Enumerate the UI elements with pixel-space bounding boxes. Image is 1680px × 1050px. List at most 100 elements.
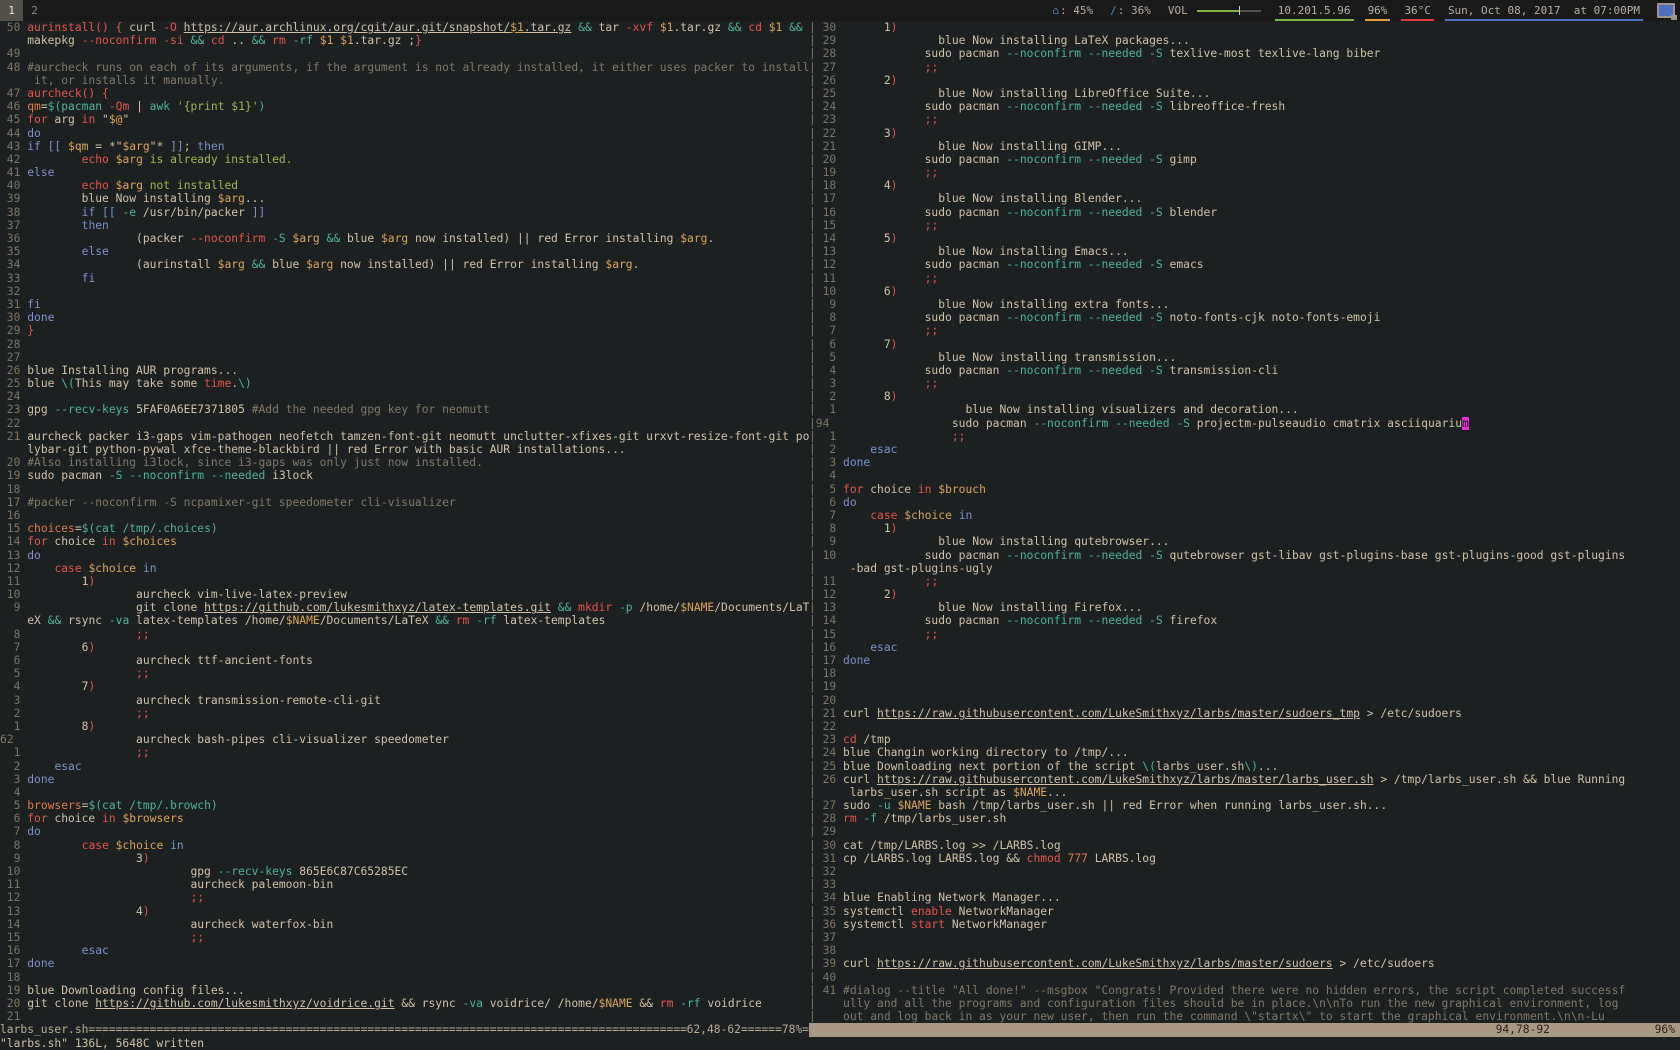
- line-number: 39: [0, 192, 27, 205]
- code-row-left: 12 ;;: [0, 891, 809, 904]
- status-ip-address: 10.201.5.96: [1278, 0, 1351, 21]
- line-number: | 21: [809, 707, 843, 720]
- line-number: |: [809, 786, 843, 799]
- line-number: [0, 614, 27, 627]
- code-row-right: |94 sudo pacman --noconfirm --needed -S …: [809, 417, 1680, 430]
- code-row-right: | 26 2): [809, 74, 1680, 87]
- line-number: 16: [0, 944, 27, 957]
- code-row-right: | 1 blue Now installing visualizers and …: [809, 403, 1680, 416]
- code-row-left: 37 then: [0, 219, 809, 232]
- line-number: 25: [0, 377, 27, 390]
- line-number: | 29: [809, 34, 843, 47]
- line-number: 31: [0, 298, 27, 311]
- line-number: 40: [0, 179, 27, 192]
- vim-terminal: 50 aurinstall() { curl -O https://aur.ar…: [0, 21, 1680, 1050]
- code-row-right: | 9 blue Now installing qutebrowser...: [809, 535, 1680, 548]
- line-number: 49: [0, 47, 27, 60]
- volume-slider[interactable]: [1197, 6, 1261, 15]
- line-number: 15: [0, 931, 27, 944]
- code-row-left: 7 6): [0, 641, 809, 654]
- code-row-left: 20 git clone https://github.com/lukesmit…: [0, 997, 809, 1010]
- line-number: 11: [0, 575, 27, 588]
- code-row-right: | 21 curl https://raw.githubusercontent.…: [809, 707, 1680, 720]
- code-row-right: | 20: [809, 694, 1680, 707]
- code-row-left: 17 done: [0, 957, 809, 970]
- line-number: | 35: [809, 905, 843, 918]
- code-row-left: 17 #packer --noconfirm -S ncpamixer-git …: [0, 496, 809, 509]
- code-row-right: | 25 blue Downloading next portion of th…: [809, 760, 1680, 773]
- code-row-right: | 7 case $choice in: [809, 509, 1680, 522]
- code-row-right: | 3 done: [809, 456, 1680, 469]
- line-number: |: [809, 997, 843, 1010]
- code-row-left: 3 aurcheck transmission-remote-cli-git: [0, 694, 809, 707]
- line-number: 27: [0, 351, 27, 364]
- line-number: | 21: [809, 140, 843, 153]
- code-row-right: | 40: [809, 971, 1680, 984]
- line-number: | 2: [809, 390, 843, 403]
- code-row-right: | 6 7): [809, 338, 1680, 351]
- line-number: | 27: [809, 799, 843, 812]
- code-row-right: | 1 ;;: [809, 430, 1680, 443]
- line-number: 3: [0, 694, 27, 707]
- code-row-left: 6 for choice in $browsers: [0, 812, 809, 825]
- line-number: 19: [0, 469, 27, 482]
- line-number: 22: [0, 417, 27, 430]
- line-number: 30: [0, 311, 27, 324]
- line-number: | 23: [809, 113, 843, 126]
- line-number: | 13: [809, 601, 843, 614]
- code-row-right: | 23 ;;: [809, 113, 1680, 126]
- statusline-inactive-ruler: 62,48-62======78%=: [687, 1023, 809, 1036]
- line-number: | 36: [809, 918, 843, 931]
- line-number: 2: [0, 707, 27, 720]
- code-row-right: | -bad gst-plugins-ugly: [809, 562, 1680, 575]
- battery-label: 96%: [1368, 4, 1388, 17]
- code-row-left: 13 do: [0, 549, 809, 562]
- code-row-right: | 12 sudo pacman --noconfirm --needed -S…: [809, 258, 1680, 271]
- line-number: | 32: [809, 865, 843, 878]
- code-row-right: | 10 6): [809, 285, 1680, 298]
- vim-pane-right[interactable]: | 30 1)| 29 blue Now installing LaTeX pa…: [809, 21, 1680, 1024]
- code-row-right: | ully and all the programs and configur…: [809, 997, 1680, 1010]
- code-row-left: 19 sudo pacman -S --noconfirm --needed i…: [0, 469, 809, 482]
- code-row-left: 29 }: [0, 324, 809, 337]
- monitor-tray-icon[interactable]: [1657, 3, 1675, 18]
- line-number: 44: [0, 127, 27, 140]
- code-row-right: | 14 sudo pacman --noconfirm --needed -S…: [809, 614, 1680, 627]
- vim-pane-left[interactable]: 50 aurinstall() { curl -O https://aur.ar…: [0, 21, 809, 1024]
- line-number: 18: [0, 483, 27, 496]
- code-row-right: | out and log back in as your new user, …: [809, 1010, 1680, 1023]
- code-row-left: 19 blue Downloading config files...: [0, 984, 809, 997]
- line-number: 14: [0, 918, 27, 931]
- code-row-left: 38 if [[ -e /usr/bin/packer ]]: [0, 206, 809, 219]
- line-number: 38: [0, 206, 27, 219]
- code-row-left: 28: [0, 338, 809, 351]
- code-row-left: 16: [0, 509, 809, 522]
- code-row-left: 11 1): [0, 575, 809, 588]
- line-number: | 16: [809, 641, 843, 654]
- line-number: 34: [0, 258, 27, 271]
- code-row-left: 25 blue \(This may take some time.\): [0, 377, 809, 390]
- line-number: 6: [0, 654, 27, 667]
- workspace-button-2[interactable]: 2: [23, 0, 46, 21]
- code-row-right: | 8 sudo pacman --noconfirm --needed -S …: [809, 311, 1680, 324]
- line-number: | 30: [809, 21, 843, 34]
- code-row-right: | 22: [809, 720, 1680, 733]
- line-number: 13: [0, 549, 27, 562]
- line-number: | 41: [809, 984, 843, 997]
- code-row-right: | 25 blue Now installing LibreOffice Sui…: [809, 87, 1680, 100]
- workspace-button-1[interactable]: 1: [0, 0, 23, 21]
- code-row-right: | 2 esac: [809, 443, 1680, 456]
- line-number: 8: [0, 839, 27, 852]
- line-number: 6: [0, 812, 27, 825]
- line-number: | 28: [809, 47, 843, 60]
- code-row-right: | 17 done: [809, 654, 1680, 667]
- line-number: | 9: [809, 298, 843, 311]
- code-row-left: 21 aurcheck packer i3-gaps vim-pathogen …: [0, 430, 809, 443]
- statusline-active-ruler: 94,78-92: [1496, 1023, 1550, 1036]
- line-number: 47: [0, 87, 27, 100]
- line-number: | 14: [809, 614, 843, 627]
- code-row-left: 31 fi: [0, 298, 809, 311]
- code-row-right: | 24 blue Changin working directory to /…: [809, 746, 1680, 759]
- code-row-left: 27: [0, 351, 809, 364]
- line-number: | 24: [809, 100, 843, 113]
